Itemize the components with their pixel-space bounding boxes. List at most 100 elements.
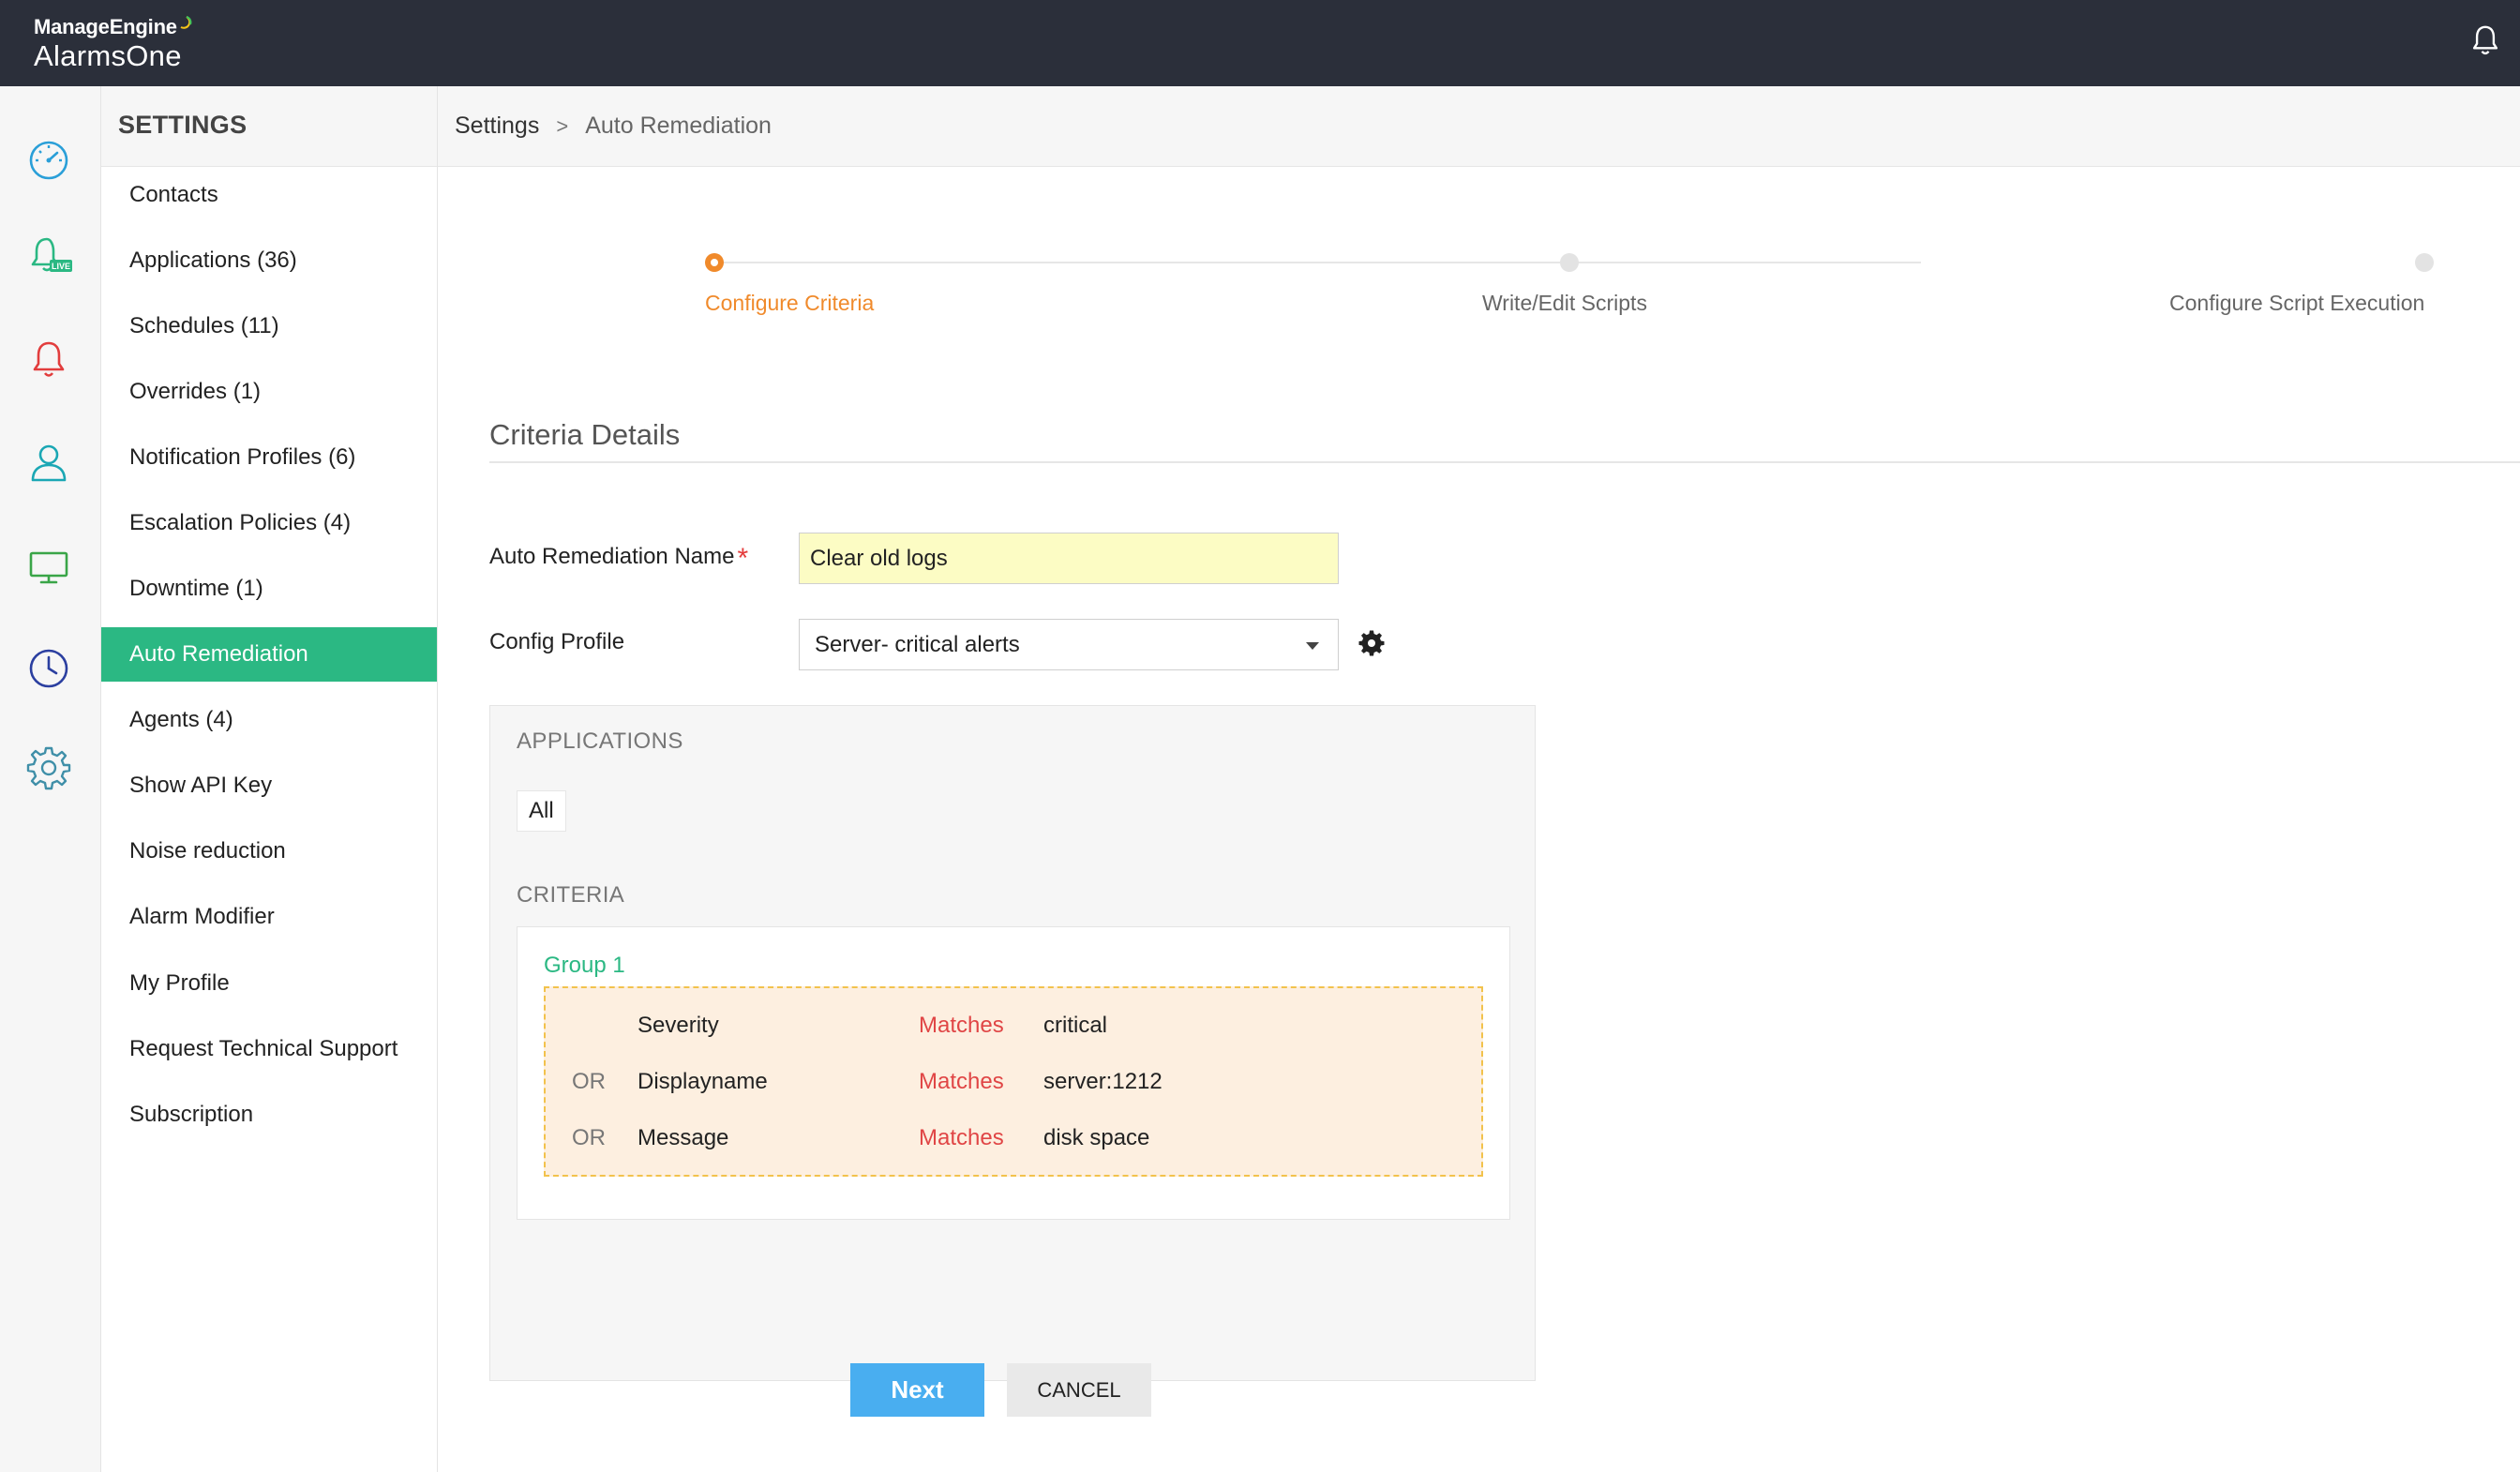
settings-sidebar: SETTINGS Contacts Applications (36) Sche… bbox=[101, 86, 438, 1472]
sidebar-item-label: Show API Key bbox=[129, 773, 273, 798]
cancel-button[interactable]: CANCEL bbox=[1007, 1363, 1151, 1417]
criteria-field: Severity bbox=[638, 1013, 719, 1038]
sidebar-item-label: Applications (36) bbox=[129, 248, 297, 273]
step-dot-configure-criteria[interactable] bbox=[705, 253, 724, 272]
brand-product: AlarmsOne bbox=[34, 39, 182, 72]
criteria-row[interactable]: Severity Matches critical bbox=[546, 1007, 1481, 1044]
rail-monitors[interactable] bbox=[21, 539, 77, 595]
sidebar-item-label: Schedules (11) bbox=[129, 313, 279, 338]
sidebar-item-label: Noise reduction bbox=[129, 838, 286, 864]
criteria-row[interactable]: OR Displayname Matches server:1212 bbox=[546, 1063, 1481, 1101]
rail-users[interactable] bbox=[21, 434, 77, 490]
step-write-edit-scripts[interactable]: Write/Edit Scripts bbox=[1482, 291, 1647, 316]
config-profile-select[interactable]: Server- critical alerts bbox=[799, 619, 1339, 670]
auto-remediation-name-label: Auto Remediation Name * bbox=[489, 543, 748, 575]
criteria-condition: Matches bbox=[919, 1013, 1004, 1038]
sidebar-item-label: Request Technical Support bbox=[129, 1036, 398, 1061]
alarms-bell-icon bbox=[33, 341, 65, 377]
step-configure-criteria[interactable]: Configure Criteria bbox=[705, 291, 874, 316]
criteria-row[interactable]: OR Message Matches disk space bbox=[546, 1119, 1481, 1157]
applications-chip-all[interactable]: All bbox=[517, 790, 566, 832]
user-icon bbox=[31, 444, 67, 482]
criteria-panel: APPLICATIONS All CRITERIA Group 1 Severi… bbox=[489, 705, 1536, 1381]
sidebar-item-overrides[interactable]: Overrides (1) bbox=[101, 365, 437, 419]
main-content: Settings > Auto Remediation Configure Cr… bbox=[438, 86, 2520, 1472]
breadcrumb-separator-icon: > bbox=[556, 113, 569, 138]
criteria-field: Displayname bbox=[638, 1069, 768, 1094]
criteria-value: server:1212 bbox=[1043, 1069, 1162, 1094]
breadcrumb-current: Auto Remediation bbox=[585, 113, 772, 139]
next-button[interactable]: Next bbox=[850, 1363, 984, 1417]
brand-company: ManageEngine bbox=[34, 15, 177, 38]
criteria-value: critical bbox=[1043, 1013, 1108, 1038]
settings-gear-icon bbox=[26, 746, 71, 790]
sidebar-item-label: Agents (4) bbox=[129, 707, 233, 732]
sidebar-item-label: Escalation Policies (4) bbox=[129, 510, 352, 535]
sidebar-title: SETTINGS bbox=[101, 86, 437, 167]
sidebar-item-label: Downtime (1) bbox=[129, 576, 263, 601]
notifications-bell-icon[interactable] bbox=[2468, 23, 2503, 58]
criteria-operator: OR bbox=[572, 1125, 606, 1150]
name-label-text: Auto Remediation Name bbox=[489, 544, 735, 569]
live-badge-text: LIVE bbox=[52, 262, 70, 271]
rail-history[interactable] bbox=[21, 640, 77, 697]
criteria-condition: Matches bbox=[919, 1069, 1004, 1094]
auto-remediation-name-input[interactable] bbox=[799, 533, 1339, 584]
sidebar-item-noise-reduction[interactable]: Noise reduction bbox=[101, 824, 437, 879]
stepper-track bbox=[715, 262, 1921, 263]
section-divider bbox=[489, 461, 2520, 463]
brand-swirl-icon bbox=[180, 16, 192, 29]
live-alarms-bell-icon: LIVE bbox=[31, 237, 72, 272]
clock-icon bbox=[29, 649, 68, 688]
sidebar-item-label: Subscription bbox=[129, 1102, 254, 1127]
sidebar-item-alarm-modifier[interactable]: Alarm Modifier bbox=[101, 890, 437, 944]
sidebar-item-label: My Profile bbox=[129, 970, 230, 996]
breadcrumb: Settings > Auto Remediation bbox=[438, 86, 2520, 167]
sidebar-item-contacts[interactable]: Contacts bbox=[101, 168, 437, 222]
sidebar-item-label: Notification Profiles (6) bbox=[129, 444, 356, 470]
rail-settings[interactable] bbox=[21, 740, 77, 796]
sidebar-item-escalation-policies[interactable]: Escalation Policies (4) bbox=[101, 496, 437, 550]
required-marker: * bbox=[737, 543, 749, 574]
sidebar-item-request-technical-support[interactable]: Request Technical Support bbox=[101, 1022, 437, 1076]
icon-rail: LIVE bbox=[0, 86, 101, 1472]
sidebar-item-schedules[interactable]: Schedules (11) bbox=[101, 299, 437, 353]
criteria-value: disk space bbox=[1043, 1125, 1150, 1150]
sidebar-item-label: Alarm Modifier bbox=[129, 904, 275, 929]
brand-logo[interactable]: ManageEngine AlarmsOne bbox=[34, 15, 193, 73]
config-profile-settings-gear-icon[interactable] bbox=[1358, 629, 1386, 657]
criteria-group[interactable]: Severity Matches critical OR Displayname… bbox=[544, 986, 1483, 1177]
config-profile-value: Server- critical alerts bbox=[815, 631, 1020, 657]
criteria-operator: OR bbox=[572, 1069, 606, 1094]
sidebar-item-label: Auto Remediation bbox=[129, 641, 308, 667]
sidebar-item-applications[interactable]: Applications (36) bbox=[101, 233, 437, 288]
group-label[interactable]: Group 1 bbox=[544, 953, 625, 979]
config-profile-label: Config Profile bbox=[489, 629, 625, 654]
step-dot-write-edit-scripts[interactable] bbox=[1560, 253, 1579, 272]
section-title: Criteria Details bbox=[489, 418, 681, 451]
step-configure-script-execution[interactable]: Configure Script Execution bbox=[2169, 291, 2424, 316]
sidebar-item-label: Contacts bbox=[129, 182, 218, 207]
criteria-condition: Matches bbox=[919, 1125, 1004, 1150]
criteria-heading: CRITERIA bbox=[517, 882, 625, 908]
monitor-icon bbox=[29, 551, 68, 584]
sidebar-item-notification-profiles[interactable]: Notification Profiles (6) bbox=[101, 430, 437, 485]
sidebar-item-auto-remediation[interactable]: Auto Remediation bbox=[101, 627, 437, 682]
dashboard-gauge-icon bbox=[29, 141, 68, 180]
sidebar-item-my-profile[interactable]: My Profile bbox=[101, 956, 437, 1011]
dropdown-caret-icon bbox=[1306, 642, 1319, 650]
sidebar-item-show-api-key[interactable]: Show API Key bbox=[101, 759, 437, 813]
sidebar-item-downtime[interactable]: Downtime (1) bbox=[101, 562, 437, 616]
applications-heading: APPLICATIONS bbox=[517, 728, 683, 754]
step-dot-configure-script-execution[interactable] bbox=[2415, 253, 2434, 272]
rail-live-alarms[interactable]: LIVE bbox=[21, 231, 77, 287]
top-bar: ManageEngine AlarmsOne bbox=[0, 0, 2520, 86]
rail-alarms[interactable] bbox=[21, 333, 77, 389]
breadcrumb-settings-link[interactable]: Settings bbox=[455, 113, 539, 140]
sidebar-item-agents[interactable]: Agents (4) bbox=[101, 693, 437, 747]
criteria-field: Message bbox=[638, 1125, 729, 1150]
sidebar-item-subscription[interactable]: Subscription bbox=[101, 1088, 437, 1142]
rail-dashboard[interactable] bbox=[21, 132, 77, 188]
criteria-box: Group 1 Severity Matches critical OR Dis… bbox=[517, 926, 1510, 1220]
sidebar-item-label: Overrides (1) bbox=[129, 379, 262, 404]
